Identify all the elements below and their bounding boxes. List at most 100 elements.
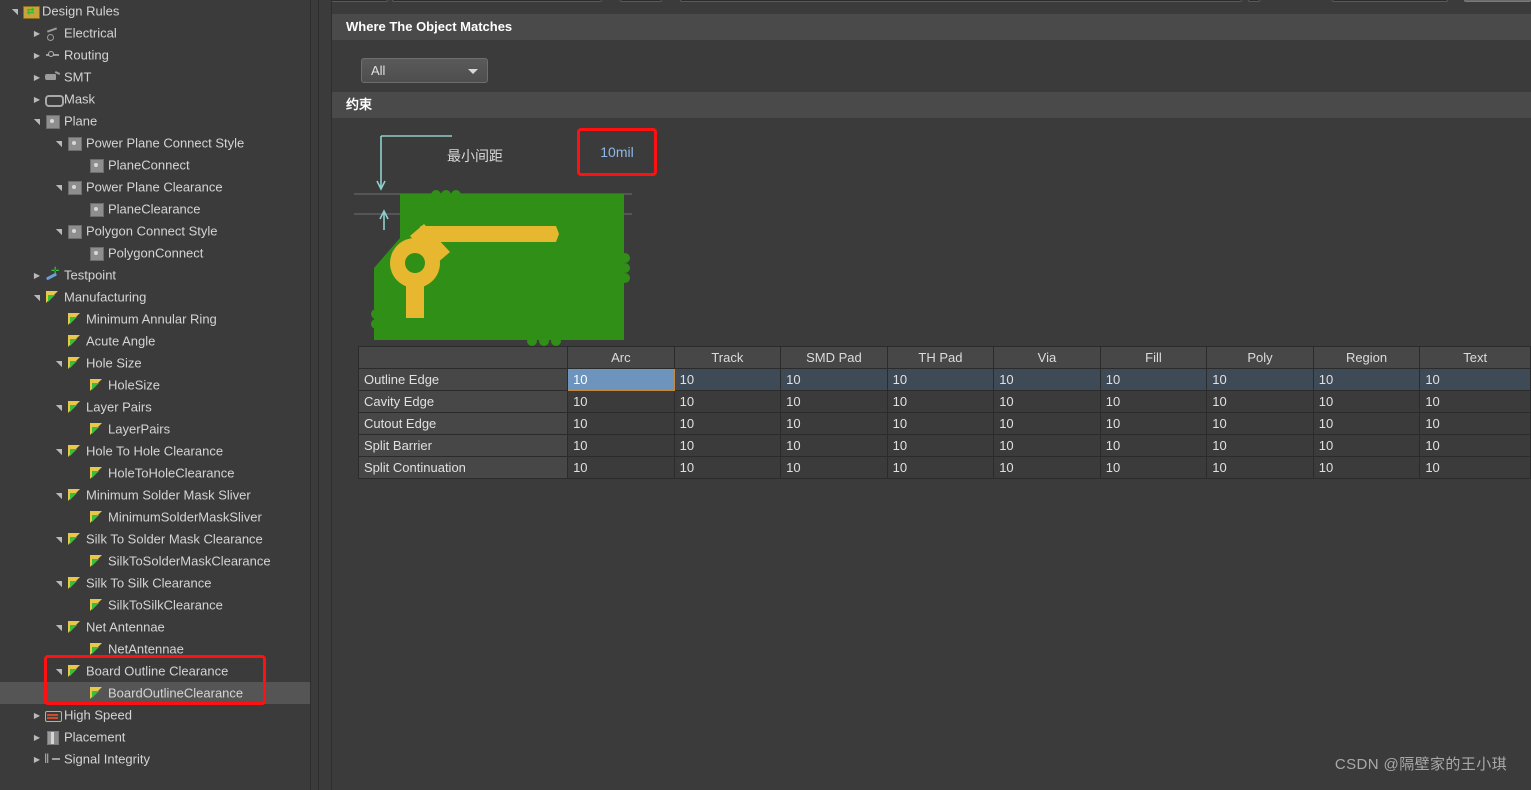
constraint-matrix[interactable]: ArcTrackSMD PadTH PadViaFillPolyRegionTe… bbox=[358, 346, 1531, 486]
cell-split-barrier-track[interactable]: 10 bbox=[674, 435, 781, 457]
cell-cavity-edge-arc[interactable]: 10 bbox=[568, 391, 675, 413]
table-row[interactable]: Outline Edge101010101010101010 bbox=[359, 369, 1531, 391]
cell-split-barrier-poly[interactable]: 10 bbox=[1207, 435, 1314, 457]
column-header-th-pad[interactable]: TH Pad bbox=[887, 347, 994, 369]
cell-split-barrier-smd-pad[interactable]: 10 bbox=[781, 435, 888, 457]
cell-outline-edge-track[interactable]: 10 bbox=[674, 369, 781, 391]
tree-item-holetoholeclearance[interactable]: HoleToHoleClearance bbox=[0, 462, 310, 484]
panel-splitter[interactable] bbox=[311, 0, 318, 790]
cell-split-barrier-arc[interactable]: 10 bbox=[568, 435, 675, 457]
tree-item-holesize[interactable]: HoleSize bbox=[0, 374, 310, 396]
scope-dropdown[interactable]: All bbox=[361, 58, 488, 83]
cell-outline-edge-region[interactable]: 10 bbox=[1313, 369, 1420, 391]
cell-split-continuation-via[interactable]: 10 bbox=[994, 457, 1101, 479]
cell-cavity-edge-track[interactable]: 10 bbox=[674, 391, 781, 413]
row-header-cutout-edge[interactable]: Cutout Edge bbox=[359, 413, 568, 435]
column-header-text[interactable]: Text bbox=[1420, 347, 1531, 369]
expand-arrow-icon[interactable]: ▶ bbox=[30, 749, 44, 771]
tree-item-minimum-solder-mask-sliver[interactable]: ◢Minimum Solder Mask Sliver bbox=[0, 484, 310, 506]
cell-cutout-edge-smd-pad[interactable]: 10 bbox=[781, 413, 888, 435]
cell-cavity-edge-fill[interactable]: 10 bbox=[1100, 391, 1207, 413]
cell-outline-edge-smd-pad[interactable]: 10 bbox=[781, 369, 888, 391]
tree-item-hole-size[interactable]: ◢Hole Size bbox=[0, 352, 310, 374]
tree-item-silktosilkclearance[interactable]: SilkToSilkClearance bbox=[0, 594, 310, 616]
table-row[interactable]: Cutout Edge101010101010101010 bbox=[359, 413, 1531, 435]
tree-item-manufacturing[interactable]: ◢Manufacturing bbox=[0, 286, 310, 308]
cell-cavity-edge-th-pad[interactable]: 10 bbox=[887, 391, 994, 413]
column-header-region[interactable]: Region bbox=[1313, 347, 1420, 369]
top-field-4[interactable] bbox=[1248, 0, 1260, 2]
cell-cutout-edge-text[interactable]: 10 bbox=[1420, 413, 1531, 435]
expand-arrow-icon[interactable]: ▶ bbox=[30, 727, 44, 749]
cell-split-continuation-track[interactable]: 10 bbox=[674, 457, 781, 479]
cell-cavity-edge-text[interactable]: 10 bbox=[1420, 391, 1531, 413]
top-field-1[interactable] bbox=[392, 0, 602, 2]
tree-item-design-rules[interactable]: ◢Design Rules bbox=[0, 0, 310, 22]
column-header-arc[interactable]: Arc bbox=[568, 347, 675, 369]
tree-item-mask[interactable]: ▶Mask bbox=[0, 88, 310, 110]
cell-cutout-edge-th-pad[interactable]: 10 bbox=[887, 413, 994, 435]
expand-arrow-icon[interactable]: ▶ bbox=[30, 89, 44, 111]
tree-item-layer-pairs[interactable]: ◢Layer Pairs bbox=[0, 396, 310, 418]
tree-item-planeclearance[interactable]: PlaneClearance bbox=[0, 198, 310, 220]
tree-item-minimumsoldermasksliver[interactable]: MinimumSolderMaskSliver bbox=[0, 506, 310, 528]
cell-split-continuation-poly[interactable]: 10 bbox=[1207, 457, 1314, 479]
tree-item-smt[interactable]: ▶SMT bbox=[0, 66, 310, 88]
cell-cutout-edge-fill[interactable]: 10 bbox=[1100, 413, 1207, 435]
tree-item-high-speed[interactable]: ▶High Speed bbox=[0, 704, 310, 726]
tree-item-layerpairs[interactable]: LayerPairs bbox=[0, 418, 310, 440]
tree-item-silk-to-silk-clearance[interactable]: ◢Silk To Silk Clearance bbox=[0, 572, 310, 594]
tree-item-testpoint[interactable]: ▶Testpoint bbox=[0, 264, 310, 286]
cell-cavity-edge-region[interactable]: 10 bbox=[1313, 391, 1420, 413]
tree-item-boardoutlineclearance[interactable]: BoardOutlineClearance bbox=[0, 682, 310, 704]
column-header-smd-pad[interactable]: SMD Pad bbox=[781, 347, 888, 369]
cell-split-continuation-fill[interactable]: 10 bbox=[1100, 457, 1207, 479]
expand-arrow-icon[interactable]: ▶ bbox=[30, 705, 44, 727]
tree-item-power-plane-connect-style[interactable]: ◢Power Plane Connect Style bbox=[0, 132, 310, 154]
cell-outline-edge-poly[interactable]: 10 bbox=[1207, 369, 1314, 391]
cell-split-barrier-text[interactable]: 10 bbox=[1420, 435, 1531, 457]
row-header-split-barrier[interactable]: Split Barrier bbox=[359, 435, 568, 457]
cell-split-barrier-fill[interactable]: 10 bbox=[1100, 435, 1207, 457]
row-header-cavity-edge[interactable]: Cavity Edge bbox=[359, 391, 568, 413]
table-row[interactable]: Split Barrier101010101010101010 bbox=[359, 435, 1531, 457]
tree-item-board-outline-clearance[interactable]: ◢Board Outline Clearance bbox=[0, 660, 310, 682]
column-header-via[interactable]: Via bbox=[994, 347, 1101, 369]
row-header-split-continuation[interactable]: Split Continuation bbox=[359, 457, 568, 479]
tree-item-signal-integrity[interactable]: ▶Signal Integrity bbox=[0, 748, 310, 770]
column-header-poly[interactable]: Poly bbox=[1207, 347, 1314, 369]
cell-outline-edge-via[interactable]: 10 bbox=[994, 369, 1101, 391]
cell-cavity-edge-poly[interactable]: 10 bbox=[1207, 391, 1314, 413]
cell-cavity-edge-via[interactable]: 10 bbox=[994, 391, 1101, 413]
cell-split-barrier-region[interactable]: 10 bbox=[1313, 435, 1420, 457]
expand-arrow-icon[interactable]: ▶ bbox=[30, 67, 44, 89]
tree-item-hole-to-hole-clearance[interactable]: ◢Hole To Hole Clearance bbox=[0, 440, 310, 462]
top-field-5[interactable] bbox=[1332, 0, 1448, 2]
top-field-6[interactable] bbox=[1464, 0, 1531, 2]
column-header-fill[interactable]: Fill bbox=[1100, 347, 1207, 369]
tree-item-silktosoldermaskclearance[interactable]: SilkToSolderMaskClearance bbox=[0, 550, 310, 572]
design-rules-tree[interactable]: ◢Design Rules▶Electrical▶Routing▶SMT▶Mas… bbox=[0, 0, 310, 790]
tree-item-placement[interactable]: ▶Placement bbox=[0, 726, 310, 748]
cell-split-continuation-smd-pad[interactable]: 10 bbox=[781, 457, 888, 479]
top-field-2[interactable] bbox=[620, 0, 662, 2]
table-row[interactable]: Split Continuation101010101010101010 bbox=[359, 457, 1531, 479]
minimum-clearance-value[interactable]: 10mil bbox=[585, 136, 649, 168]
tree-item-planeconnect[interactable]: PlaneConnect bbox=[0, 154, 310, 176]
cell-cutout-edge-via[interactable]: 10 bbox=[994, 413, 1101, 435]
cell-cavity-edge-smd-pad[interactable]: 10 bbox=[781, 391, 888, 413]
cell-split-barrier-via[interactable]: 10 bbox=[994, 435, 1101, 457]
tree-item-netantennae[interactable]: NetAntennae bbox=[0, 638, 310, 660]
column-header-blank[interactable] bbox=[359, 347, 568, 369]
column-header-track[interactable]: Track bbox=[674, 347, 781, 369]
tree-item-silk-to-solder-mask-clearance[interactable]: ◢Silk To Solder Mask Clearance bbox=[0, 528, 310, 550]
tree-item-electrical[interactable]: ▶Electrical bbox=[0, 22, 310, 44]
tree-item-routing[interactable]: ▶Routing bbox=[0, 44, 310, 66]
top-field-3[interactable] bbox=[680, 0, 1242, 2]
cell-outline-edge-fill[interactable]: 10 bbox=[1100, 369, 1207, 391]
tree-item-polygonconnect[interactable]: PolygonConnect bbox=[0, 242, 310, 264]
row-header-outline-edge[interactable]: Outline Edge bbox=[359, 369, 568, 391]
cell-outline-edge-th-pad[interactable]: 10 bbox=[887, 369, 994, 391]
expand-arrow-icon[interactable]: ▶ bbox=[30, 45, 44, 67]
cell-split-continuation-arc[interactable]: 10 bbox=[568, 457, 675, 479]
